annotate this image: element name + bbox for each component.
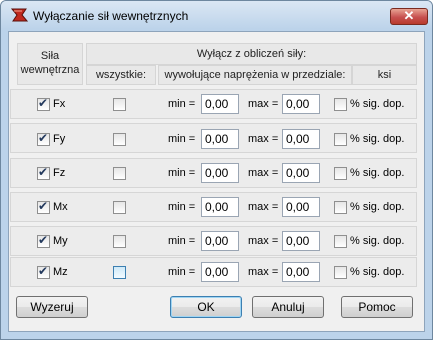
force-label-my: My	[53, 235, 68, 247]
force-label-fy: Fy	[53, 133, 66, 145]
exclude-all-checkbox-fy[interactable]	[113, 133, 126, 146]
enable-checkbox-mx[interactable]	[37, 199, 50, 214]
exclude-all-checkbox-fz[interactable]	[113, 167, 126, 180]
min-input-fy[interactable]: 0,00	[201, 129, 239, 149]
reset-button[interactable]: Wyzeruj	[16, 296, 88, 318]
pct-label-fz: % sig. dop.	[350, 167, 405, 179]
header-unit-column: ksi	[352, 65, 417, 85]
force-label-fx: Fx	[53, 98, 66, 110]
max-input-my[interactable]: 0,00	[282, 231, 320, 251]
help-button[interactable]: Pomoc	[341, 296, 413, 318]
min-label-mz: min =	[168, 266, 196, 278]
max-label-mz: max =	[248, 266, 279, 278]
min-input-mx[interactable]: 0,00	[201, 197, 239, 217]
enable-checkbox-my[interactable]	[37, 233, 50, 248]
pct-label-my: % sig. dop.	[350, 235, 405, 247]
header-force-line2: wewnętrzna	[20, 64, 80, 76]
exclude-all-checkbox-mz[interactable]	[113, 266, 126, 279]
header-force-line1: Siła	[40, 50, 60, 62]
close-icon: ✕	[403, 8, 415, 23]
max-label-fx: max =	[248, 98, 279, 110]
app-icon	[10, 8, 28, 22]
force-label-fz: Fz	[53, 167, 66, 179]
min-input-fz[interactable]: 0,00	[201, 163, 239, 183]
max-input-mx[interactable]: 0,00	[282, 197, 320, 217]
pct-label-mx: % sig. dop.	[350, 201, 405, 213]
pct-label-mz: % sig. dop.	[350, 266, 405, 278]
max-input-mz[interactable]: 0,00	[282, 262, 320, 282]
min-input-fx[interactable]: 0,00	[201, 94, 239, 114]
enable-checkbox-fz[interactable]	[37, 165, 50, 180]
title-bar[interactable]: Wyłączanie sił wewnętrznych ✕	[1, 1, 432, 29]
pct-checkbox-fy[interactable]	[334, 133, 347, 146]
close-button[interactable]: ✕	[390, 8, 428, 25]
max-label-mx: max =	[248, 201, 279, 213]
max-label-fy: max =	[248, 133, 279, 145]
header-all-text: wszystkie:	[95, 69, 147, 81]
enable-checkbox-fy[interactable]	[37, 131, 50, 146]
force-label-mz: Mz	[53, 266, 68, 278]
max-label-fz: max =	[248, 167, 279, 179]
min-label-fz: min =	[168, 167, 196, 179]
min-input-mz[interactable]: 0,00	[201, 262, 239, 282]
min-input-my[interactable]: 0,00	[201, 231, 239, 251]
max-input-fz[interactable]: 0,00	[282, 163, 320, 183]
exclude-all-checkbox-fx[interactable]	[113, 98, 126, 111]
header-force-column: Siła wewnętrzna	[17, 43, 83, 85]
header-group-label-text: Wyłącz z obliczeń siły:	[196, 48, 307, 60]
pct-label-fy: % sig. dop.	[350, 133, 405, 145]
pct-checkbox-mx[interactable]	[334, 201, 347, 214]
header-unit-text: ksi	[377, 69, 392, 81]
cancel-button[interactable]: Anuluj	[252, 296, 324, 318]
min-label-fx: min =	[168, 98, 196, 110]
force-label-mx: Mx	[53, 201, 68, 213]
header-range-column: wywołujące naprężenia w przedziale:	[158, 65, 352, 85]
header-range-text: wywołujące naprężenia w przedziale:	[164, 69, 346, 81]
header-all-column: wszystkie:	[86, 65, 156, 85]
enable-checkbox-fx[interactable]	[37, 96, 50, 111]
max-input-fx[interactable]: 0,00	[282, 94, 320, 114]
max-label-my: max =	[248, 235, 279, 247]
exclude-all-checkbox-my[interactable]	[113, 235, 126, 248]
min-label-my: min =	[168, 235, 196, 247]
pct-checkbox-fx[interactable]	[334, 98, 347, 111]
enable-checkbox-mz[interactable]	[37, 264, 50, 279]
pct-checkbox-mz[interactable]	[334, 266, 347, 279]
header-group-label: Wyłącz z obliczeń siły:	[86, 43, 417, 65]
pct-label-fx: % sig. dop.	[350, 98, 405, 110]
window-title: Wyłączanie sił wewnętrznych	[33, 9, 189, 23]
min-label-mx: min =	[168, 201, 196, 213]
pct-checkbox-fz[interactable]	[334, 167, 347, 180]
max-input-fy[interactable]: 0,00	[282, 129, 320, 149]
min-label-fy: min =	[168, 133, 196, 145]
exclude-all-checkbox-mx[interactable]	[113, 201, 126, 214]
ok-button[interactable]: OK	[170, 296, 242, 318]
pct-checkbox-my[interactable]	[334, 235, 347, 248]
